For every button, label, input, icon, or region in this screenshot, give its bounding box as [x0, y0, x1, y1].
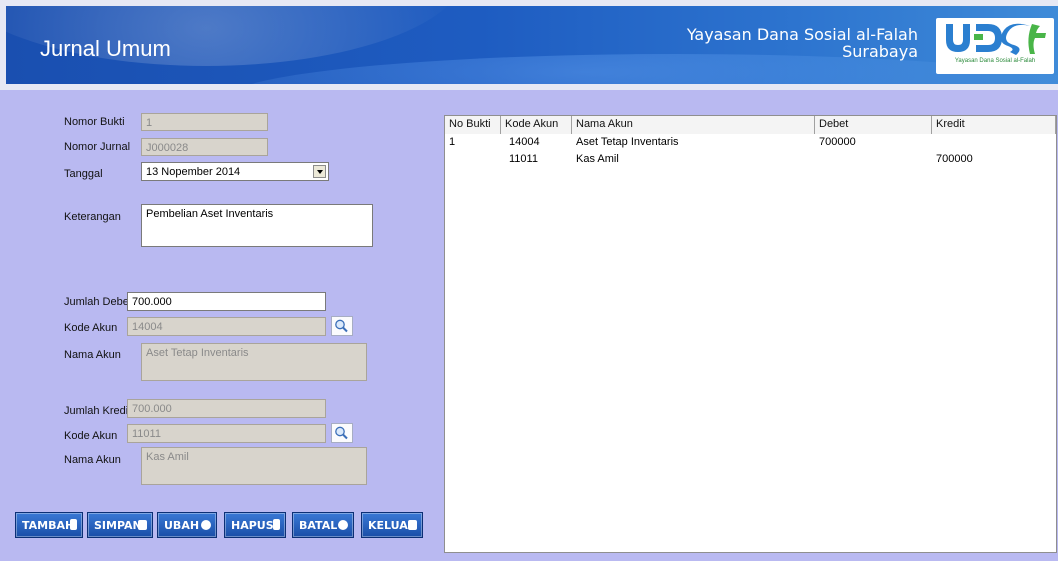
column-header-no-bukti[interactable]: No Bukti — [445, 116, 501, 134]
cell-kode-akun: 14004 — [509, 136, 540, 148]
cell-debet: 700000 — [819, 136, 856, 148]
tambah-button[interactable]: TAMBAH — [15, 512, 83, 538]
organization-name: Yayasan Dana Sosial al-Falah Surabaya — [687, 26, 918, 60]
batal-button[interactable]: BATAL — [292, 512, 354, 538]
nomor-bukti-field[interactable]: 1 — [141, 113, 268, 131]
table-row[interactable]: 11011 Kas Amil 700000 — [445, 152, 1056, 168]
cell-kode-akun: 11011 — [509, 153, 538, 165]
column-header-debet[interactable]: Debet — [815, 116, 932, 134]
logo-mark — [946, 23, 1046, 55]
banner-decoration-lower — [226, 54, 1058, 84]
nomor-jurnal-field[interactable]: J000028 — [141, 138, 268, 156]
grid-header: No Bukti Kode Akun Nama Akun Debet Kredi… — [445, 116, 1056, 134]
tambah-label: TAMBAH — [22, 518, 75, 532]
trash-icon — [273, 519, 280, 530]
chevron-down-icon[interactable] — [313, 165, 326, 178]
cancel-icon — [338, 520, 348, 530]
batal-label: BATAL — [299, 518, 338, 532]
jumlah-kredit-label: Jumlah Kredit — [64, 405, 132, 417]
table-row[interactable]: 1 14004 Aset Tetap Inventaris 700000 — [445, 135, 1056, 151]
journal-grid[interactable]: No Bukti Kode Akun Nama Akun Debet Kredi… — [444, 115, 1057, 553]
ubah-button[interactable]: UBAH — [157, 512, 217, 538]
kode-akun-debet-label: Kode Akun — [64, 322, 118, 334]
hapus-label: HAPUS — [231, 518, 274, 532]
search-akun-debet-button[interactable] — [331, 316, 353, 336]
cell-no-bukti — [445, 152, 501, 168]
nama-akun-debet-field[interactable]: Aset Tetap Inventaris — [141, 343, 367, 381]
nama-akun-debet-label: Nama Akun — [64, 349, 121, 361]
kode-akun-debet-field[interactable]: 14004 — [127, 317, 326, 336]
column-header-kode-akun[interactable]: Kode Akun — [501, 116, 572, 134]
cell-nama-akun: Kas Amil — [576, 153, 619, 165]
save-icon — [138, 520, 147, 530]
nama-akun-kredit-field[interactable]: Kas Amil — [141, 447, 367, 485]
jumlah-debet-input[interactable]: 700.000 — [127, 292, 326, 311]
cell-kredit: 700000 — [936, 153, 973, 165]
jumlah-debet-label: Jumlah Debet — [64, 296, 132, 308]
hapus-button[interactable]: HAPUS — [224, 512, 286, 538]
ubah-label: UBAH — [164, 518, 200, 532]
refresh-icon — [201, 520, 211, 530]
header-banner: Jurnal Umum Yayasan Dana Sosial al-Falah… — [6, 6, 1058, 84]
simpan-button[interactable]: SIMPAN — [87, 512, 153, 538]
cell-kredit — [932, 135, 1056, 151]
search-icon — [335, 426, 348, 440]
page-title: Jurnal Umum — [40, 36, 171, 61]
keterangan-textarea[interactable]: Pembelian Aset Inventaris — [141, 204, 373, 247]
nama-akun-kredit-label: Nama Akun — [64, 454, 121, 466]
search-icon — [335, 319, 348, 333]
tanggal-label: Tanggal — [64, 168, 103, 180]
jumlah-kredit-field[interactable]: 700.000 — [127, 399, 326, 418]
add-icon — [70, 519, 77, 530]
header: Jurnal Umum Yayasan Dana Sosial al-Falah… — [0, 0, 1058, 90]
logo-caption: Yayasan Dana Sosial al-Falah — [954, 58, 1036, 64]
search-akun-kredit-button[interactable] — [331, 423, 353, 443]
organization-logo: Yayasan Dana Sosial al-Falah — [936, 18, 1054, 74]
keluar-button[interactable]: KELUAR — [361, 512, 423, 538]
home-icon — [408, 520, 417, 530]
organization-city: Surabaya — [842, 42, 918, 61]
simpan-label: SIMPAN — [94, 518, 142, 532]
kode-akun-kredit-label: Kode Akun — [64, 430, 118, 442]
kode-akun-kredit-field[interactable]: 11011 — [127, 424, 326, 443]
cell-debet — [815, 152, 932, 168]
cell-no-bukti: 1 — [449, 136, 456, 148]
keterangan-label: Keterangan — [64, 211, 121, 223]
nomor-jurnal-label: Nomor Jurnal — [64, 141, 131, 153]
tanggal-value: 13 Nopember 2014 — [146, 166, 241, 178]
nomor-bukti-label: Nomor Bukti — [64, 116, 125, 128]
column-header-kredit[interactable]: Kredit — [932, 116, 1056, 134]
tanggal-date-picker[interactable]: 13 Nopember 2014 — [141, 162, 329, 181]
column-header-nama-akun[interactable]: Nama Akun — [572, 116, 815, 134]
cell-nama-akun: Aset Tetap Inventaris — [576, 136, 679, 148]
